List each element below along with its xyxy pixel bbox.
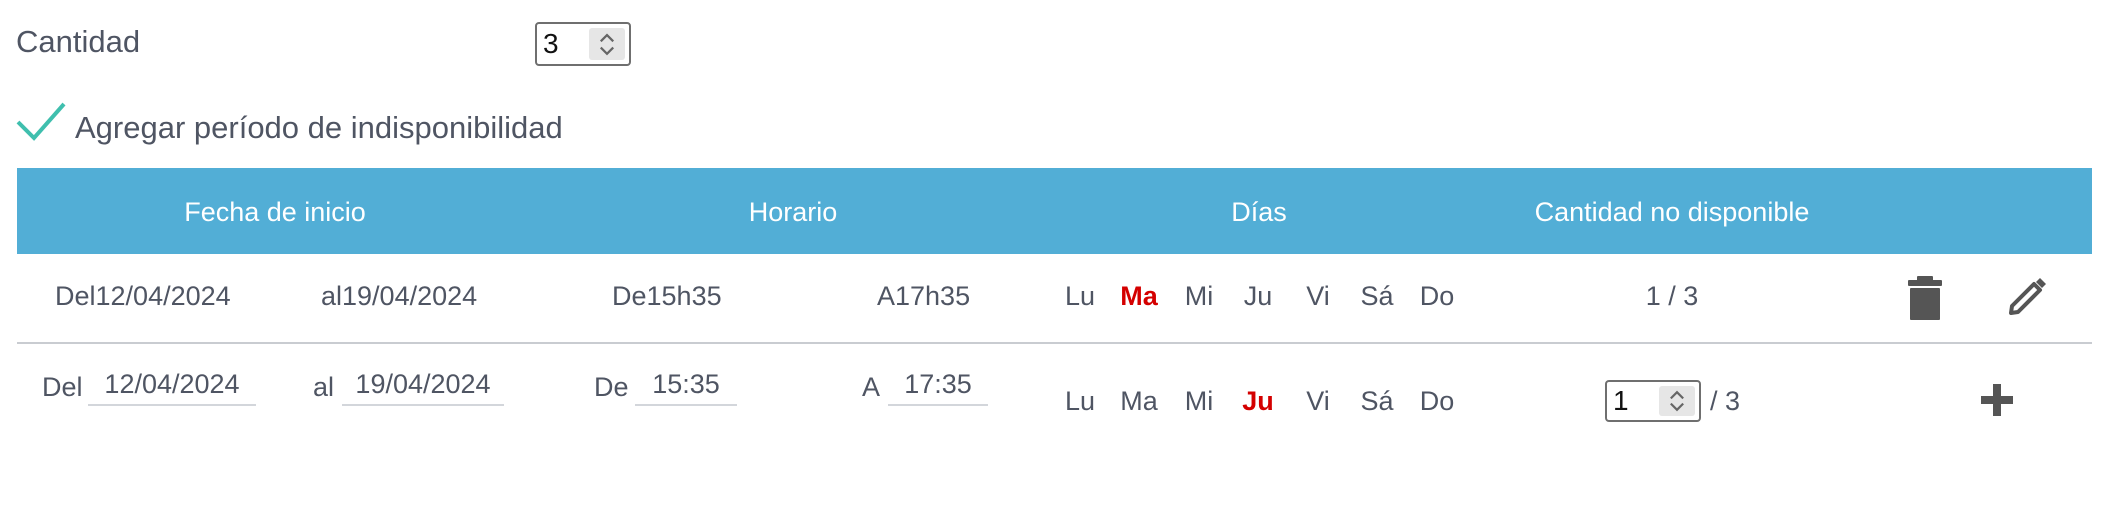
row-to: al19/04/2024 bbox=[321, 281, 478, 311]
header-unavailable-qty: Cantidad no disponible bbox=[1534, 197, 1810, 227]
day-ma[interactable]: Ma bbox=[1120, 386, 1158, 417]
day-do[interactable]: Do bbox=[1420, 386, 1455, 417]
unavailable-qty-total: / 3 bbox=[1710, 386, 1741, 416]
time-from-input[interactable]: 15:35 bbox=[635, 364, 737, 406]
to-label: al bbox=[313, 372, 335, 402]
row-time-to: A17h35 bbox=[877, 281, 971, 311]
day-ju: Ju bbox=[1243, 281, 1273, 311]
table-row: Del12/04/2024 al19/04/2024 De15h35 A17h3… bbox=[17, 254, 2092, 344]
header-days: Días bbox=[1231, 197, 1287, 227]
time-from-label: De bbox=[594, 372, 629, 402]
time-to-label: A bbox=[862, 372, 881, 402]
day-do: Do bbox=[1419, 281, 1455, 311]
day-vi[interactable]: Vi bbox=[1306, 386, 1330, 417]
trash-icon[interactable] bbox=[1907, 276, 1943, 320]
day-ma: Ma bbox=[1120, 281, 1158, 311]
quantity-label: Cantidad bbox=[16, 24, 141, 59]
plus-icon[interactable] bbox=[1981, 384, 2013, 416]
check-icon[interactable] bbox=[16, 100, 68, 144]
to-date-input[interactable]: 19/04/2024 bbox=[342, 364, 504, 406]
day-lu: Lu bbox=[1064, 281, 1096, 311]
row-from: Del12/04/2024 bbox=[55, 281, 231, 311]
quantity-value[interactable]: 3 bbox=[537, 24, 589, 64]
add-unavailability-label[interactable]: Agregar período de indisponibilidad bbox=[75, 110, 563, 146]
day-sa: Sá bbox=[1360, 281, 1394, 311]
day-ju[interactable]: Ju bbox=[1242, 386, 1274, 417]
row-time-from: De15h35 bbox=[612, 281, 722, 311]
chevron-up-down-icon[interactable] bbox=[589, 28, 625, 60]
time-to-input[interactable]: 17:35 bbox=[888, 364, 988, 406]
day-vi: Vi bbox=[1306, 281, 1330, 311]
table-header: Fecha de inicio Horario Días Cantidad no… bbox=[17, 168, 2092, 254]
unavailable-qty-stepper[interactable]: 1 bbox=[1605, 380, 1701, 422]
header-schedule: Horario bbox=[748, 197, 838, 227]
chevron-up-down-icon[interactable] bbox=[1659, 386, 1695, 416]
day-mi: Mi bbox=[1184, 281, 1214, 311]
quantity-stepper[interactable]: 3 bbox=[535, 22, 631, 66]
from-label: Del bbox=[42, 372, 83, 402]
day-sa[interactable]: Sá bbox=[1360, 386, 1393, 417]
new-period-row: Del 12/04/2024 al 19/04/2024 De 15:35 A … bbox=[17, 344, 2092, 444]
header-start-date: Fecha de inicio bbox=[184, 197, 366, 227]
unavailable-qty-value[interactable]: 1 bbox=[1607, 382, 1659, 420]
row-qty: 1 / 3 bbox=[1645, 281, 1699, 311]
day-lu[interactable]: Lu bbox=[1065, 386, 1095, 417]
pencil-icon[interactable] bbox=[2008, 276, 2048, 316]
day-mi[interactable]: Mi bbox=[1185, 386, 1214, 417]
from-date-input[interactable]: 12/04/2024 bbox=[88, 364, 256, 406]
